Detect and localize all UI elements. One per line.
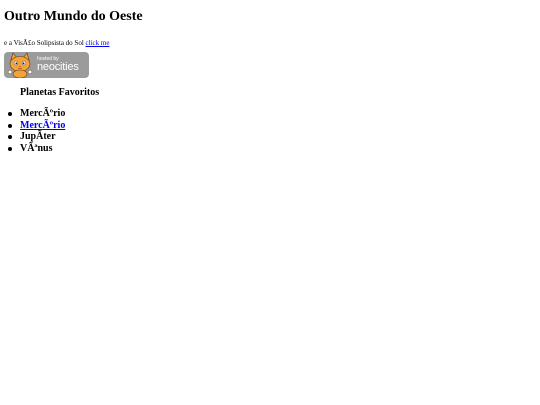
- bullet-icon: [8, 146, 12, 151]
- click-me-link[interactable]: click me: [86, 39, 110, 47]
- page-title: Outro Mundo do Oeste: [4, 9, 143, 24]
- planet-list: MercÃºrio MercÃºrio JupÃter VÃªnus: [4, 108, 536, 154]
- list-item[interactable]: MercÃºrio: [4, 120, 536, 132]
- bullet-icon: [8, 123, 12, 128]
- planet-link[interactable]: MercÃºrio: [20, 120, 65, 131]
- bullet-icon: [8, 112, 12, 116]
- planet-label: JupÃter: [20, 131, 56, 142]
- bullet-icon: [8, 135, 12, 139]
- favorites-section: Planetas Favoritos MercÃºrio MercÃºrio J…: [4, 87, 536, 154]
- subtitle: e a VisÃ£o Solipsista do Sol click me: [4, 39, 536, 47]
- list-item: VÃªnus: [4, 143, 536, 155]
- neocities-cat-icon: [7, 52, 33, 78]
- list-item: JupÃter: [4, 131, 536, 143]
- neocities-badge[interactable]: hosted by neocities: [4, 52, 89, 78]
- page: Outro Mundo do Oeste e a VisÃ£o Solipsis…: [0, 0, 540, 405]
- favorites-heading: Planetas Favoritos: [20, 87, 100, 98]
- subtitle-text: e a VisÃ£o Solipsista do Sol: [4, 39, 84, 47]
- badge-brand: neocities: [37, 61, 79, 73]
- planet-label: VÃªnus: [20, 142, 53, 154]
- list-item: MercÃºrio: [4, 108, 536, 120]
- planet-label: MercÃºrio: [20, 108, 66, 119]
